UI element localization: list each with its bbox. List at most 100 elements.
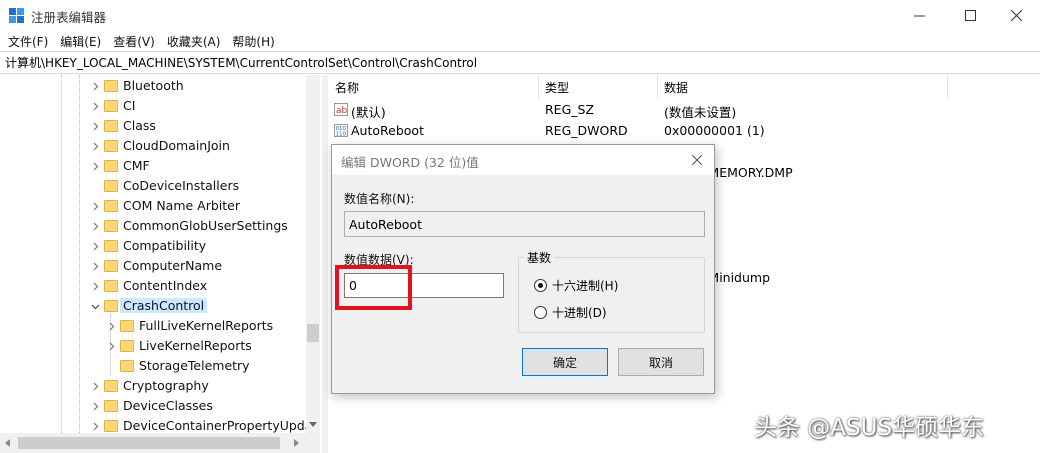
chevron-right-icon[interactable] [90, 76, 100, 96]
chevron-right-icon[interactable] [90, 116, 100, 136]
value-name-cell: AutoReboot [351, 123, 424, 138]
tree-item[interactable]: Compatibility [0, 236, 306, 256]
tree-item[interactable]: CI [0, 96, 306, 116]
tree-item[interactable]: FullLiveKernelReports [0, 316, 306, 336]
string-value-icon: ab [334, 103, 348, 116]
chevron-right-icon[interactable] [90, 136, 100, 156]
chevron-right-icon[interactable] [90, 156, 100, 176]
folder-icon [104, 100, 118, 112]
scroll-left-icon[interactable] [4, 439, 12, 447]
regedit-app-icon [9, 8, 24, 23]
value-name-field: AutoReboot [344, 211, 705, 237]
tree-item-label: Cryptography [123, 378, 209, 393]
dword-value-icon: 010 110 [334, 124, 348, 138]
maximize-button[interactable] [947, 0, 993, 31]
tree-item-label: Compatibility [123, 238, 207, 253]
radio-unchecked-icon [534, 305, 547, 319]
value-name-label: 数值名称(N): [344, 192, 415, 206]
chevron-right-icon[interactable] [90, 236, 100, 256]
tree-item[interactable]: StorageTelemetry [0, 356, 306, 376]
chevron-right-icon[interactable] [90, 256, 100, 276]
tree-vertical-scrollbar[interactable] [306, 75, 320, 433]
edit-dword-dialog: 编辑 DWORD (32 位)值 数值名称(N): AutoReboot 数值数… [331, 144, 715, 394]
column-header-data[interactable]: 数据 [658, 75, 948, 99]
column-header-type[interactable]: 类型 [539, 75, 658, 99]
radio-hexadecimal-label: 十六进制(H) [552, 278, 619, 293]
close-button[interactable] [993, 0, 1039, 31]
tree-item-label: FullLiveKernelReports [139, 318, 274, 333]
column-header-name[interactable]: 名称 [329, 75, 539, 99]
scroll-down-icon[interactable] [309, 420, 317, 428]
chevron-right-icon[interactable] [90, 96, 100, 116]
menu-edit[interactable]: 编辑(E) [60, 33, 101, 50]
registry-tree[interactable]: Bluetooth CI Class CloudDomainJoin CMF CoDevi… [0, 75, 320, 453]
folder-icon [104, 380, 118, 392]
tree-item[interactable]: CoDeviceInstallers [0, 176, 306, 196]
chevron-right-icon[interactable] [90, 396, 100, 416]
chevron-right-icon[interactable] [90, 196, 100, 216]
folder-icon [104, 280, 118, 292]
menu-view[interactable]: 查看(V) [113, 33, 155, 50]
scroll-right-icon[interactable] [292, 439, 300, 447]
address-bar[interactable]: 计算机\HKEY_LOCAL_MACHINE\SYSTEM\CurrentCon… [0, 51, 1040, 74]
minimize-button[interactable] [896, 0, 942, 31]
tree-item-label: COM Name Arbiter [123, 198, 241, 213]
value-data-highlight-box [335, 265, 412, 310]
value-type-cell: REG_DWORD [545, 123, 628, 138]
tree-vertical-scroll-thumb[interactable] [307, 324, 319, 342]
menu-help[interactable]: 帮助(H) [232, 33, 274, 50]
tree-item[interactable]: Bluetooth [0, 76, 306, 96]
base-group-title: 基数 [524, 249, 555, 266]
folder-icon [120, 320, 134, 332]
tree-item[interactable]: ContentIndex [0, 276, 306, 296]
folder-icon [120, 360, 134, 372]
value-name-cell: (默认) [351, 105, 386, 120]
folder-icon [104, 160, 118, 172]
tree-item-label: CoDeviceInstallers [123, 178, 240, 193]
close-icon [692, 155, 702, 165]
chevron-right-icon[interactable] [106, 316, 116, 336]
tree-item[interactable]: LiveKernelReports [0, 336, 306, 356]
tree-item[interactable]: COM Name Arbiter [0, 196, 306, 216]
tree-item[interactable]: CloudDomainJoin [0, 136, 306, 156]
menu-bar: 文件(F) 编辑(E) 查看(V) 收藏夹(A) 帮助(H) [0, 31, 1040, 51]
tree-horizontal-scroll-thumb[interactable] [18, 437, 280, 449]
value-row[interactable]: ab (默认) REG_SZ (数值未设置) [329, 99, 1029, 120]
tree-item[interactable]: Cryptography [0, 376, 306, 396]
svg-text:110: 110 [336, 132, 347, 138]
cancel-button[interactable]: 取消 [618, 348, 704, 376]
folder-icon [104, 140, 118, 152]
chevron-right-icon[interactable] [90, 376, 100, 396]
ok-button[interactable]: 确定 [522, 348, 608, 376]
window-title: 注册表编辑器 [31, 10, 107, 25]
chevron-right-icon[interactable] [90, 276, 100, 296]
pane-splitter[interactable] [322, 75, 328, 453]
radio-decimal[interactable]: 十进制(D) [534, 303, 607, 321]
chevron-right-icon[interactable] [106, 336, 116, 356]
folder-icon [104, 220, 118, 232]
chevron-right-icon[interactable] [90, 216, 100, 236]
menu-favorites[interactable]: 收藏夹(A) [167, 33, 221, 50]
radio-hexadecimal[interactable]: 十六进制(H) [534, 276, 618, 294]
tree-item-label: DeviceClasses [123, 398, 213, 413]
tree-item[interactable]: CommonGlobUserSettings [0, 216, 306, 236]
tree-item[interactable]: DeviceClasses [0, 396, 306, 416]
folder-icon [104, 80, 118, 92]
tree-item[interactable]: Class [0, 116, 306, 136]
radio-decimal-label: 十进制(D) [552, 305, 607, 320]
menu-file[interactable]: 文件(F) [8, 33, 48, 50]
tree-item[interactable]: CrashControl [0, 296, 306, 316]
tree-item-label: CMF [123, 158, 150, 173]
value-row[interactable]: 010 110 AutoReboot REG_DWORD 0x00000001 (1) [329, 120, 1029, 141]
tree-item-label: CrashControl [120, 298, 208, 313]
dialog-close-button[interactable] [687, 150, 707, 170]
tree-item-label: ComputerName [123, 258, 223, 273]
folder-icon [104, 180, 118, 192]
tree-item[interactable]: ComputerName [0, 256, 306, 276]
chevron-down-icon[interactable] [90, 296, 100, 316]
folder-icon [104, 200, 118, 212]
folder-icon [104, 300, 118, 312]
folder-icon [104, 240, 118, 252]
value-data-cell: 0x00000001 (1) [664, 123, 765, 138]
tree-item[interactable]: CMF [0, 156, 306, 176]
